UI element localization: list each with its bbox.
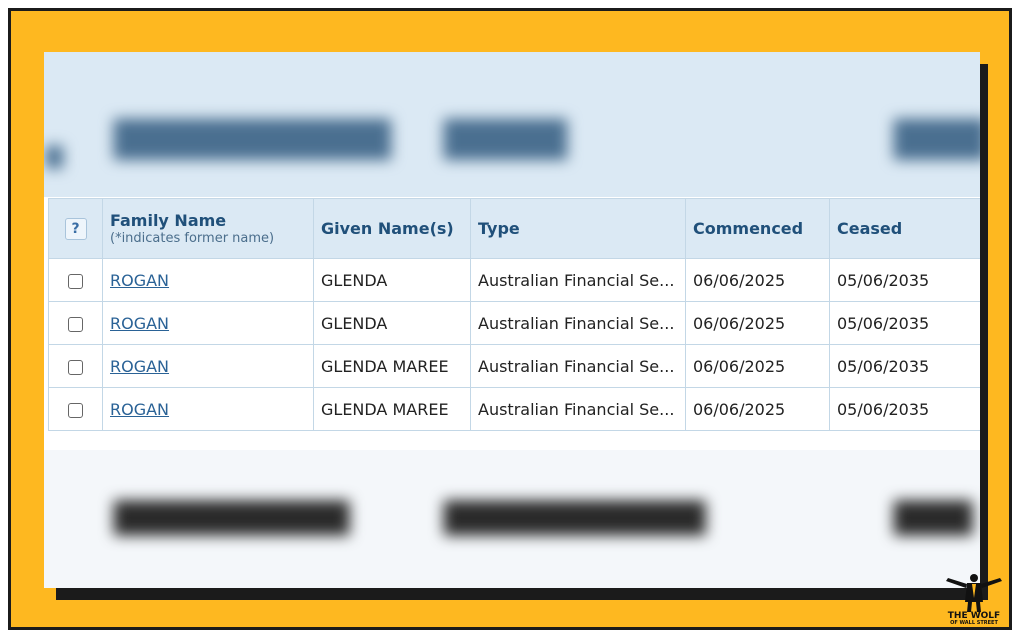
type-cell: Australian Financial Se... [470, 301, 686, 345]
blurred-header-text: ▇▇▇ [894, 114, 980, 160]
screenshot-panel: ▇▇▇▇▇▇▇▇▇ ▇▇▇▇ ▇▇▇ ▇ ▇▇▇▇▇▇▇▇▇ ▇▇▇▇▇▇▇▇▇… [44, 52, 980, 588]
family-name-cell: ROGAN [102, 344, 314, 388]
blurred-footer-text: ▇▇▇▇▇▇▇▇▇ [114, 496, 350, 536]
given-names-header[interactable]: Given Name(s) [313, 198, 471, 259]
ceased-cell: 05/06/2035 [829, 387, 980, 431]
family-name-header-sublabel: (*indicates former name) [110, 231, 275, 246]
table-row: ROGAN GLENDA MAREE Australian Financial … [48, 387, 980, 431]
family-name-link[interactable]: ROGAN [110, 357, 169, 376]
ceased-cell: 05/06/2035 [829, 301, 980, 345]
family-name-cell: ROGAN [102, 258, 314, 302]
given-names-cell: GLENDA MAREE [313, 387, 471, 431]
family-name-link[interactable]: ROGAN [110, 271, 169, 290]
row-checkbox[interactable] [68, 316, 83, 332]
row-checkbox-cell [48, 344, 103, 388]
row-checkbox[interactable] [68, 359, 83, 375]
table-header-row: ? Family Name (*indicates former name) G… [48, 198, 980, 259]
given-names-cell: GLENDA [313, 301, 471, 345]
commenced-cell: 06/06/2025 [685, 258, 830, 302]
logo-line2: OF WALL STREET [950, 620, 998, 626]
blurred-header-text: ▇▇▇▇▇▇▇▇▇ [114, 114, 391, 160]
logo-text: THE WOLF OF WALL STREET [946, 612, 1002, 627]
row-checkbox[interactable] [68, 402, 83, 418]
family-name-cell: ROGAN [102, 301, 314, 345]
commenced-cell: 06/06/2025 [685, 344, 830, 388]
commenced-header[interactable]: Commenced [685, 198, 830, 259]
blurred-header-text: ▇ [46, 144, 63, 169]
commenced-cell: 06/06/2025 [685, 301, 830, 345]
ceased-header[interactable]: Ceased [829, 198, 980, 259]
row-checkbox-cell [48, 258, 103, 302]
help-icon[interactable]: ? [64, 217, 87, 240]
family-name-cell: ROGAN [102, 387, 314, 431]
blurred-footer-text: ▇▇▇ [894, 496, 973, 536]
blurred-footer-text: ▇▇▇▇▇▇▇▇▇▇ [444, 496, 706, 536]
row-checkbox[interactable] [68, 273, 83, 289]
blurred-footer-band: ▇▇▇▇▇▇▇▇▇ ▇▇▇▇▇▇▇▇▇▇ ▇▇▇ [44, 450, 980, 588]
family-name-link[interactable]: ROGAN [110, 314, 169, 333]
family-name-header[interactable]: Family Name (*indicates former name) [102, 198, 314, 259]
ceased-cell: 05/06/2035 [829, 258, 980, 302]
table-row: ROGAN GLENDA Australian Financial Se... … [48, 258, 980, 302]
given-names-cell: GLENDA [313, 258, 471, 302]
row-checkbox-cell [48, 301, 103, 345]
results-table: ? Family Name (*indicates former name) G… [48, 198, 980, 431]
table-row: ROGAN GLENDA Australian Financial Se... … [48, 301, 980, 345]
table-row: ROGAN GLENDA MAREE Australian Financial … [48, 344, 980, 388]
blurred-header-band: ▇▇▇▇▇▇▇▇▇ ▇▇▇▇ ▇▇▇ ▇ [44, 52, 980, 197]
type-cell: Australian Financial Se... [470, 387, 686, 431]
ceased-cell: 05/06/2035 [829, 344, 980, 388]
row-checkbox-cell [48, 387, 103, 431]
help-column-header: ? [48, 198, 103, 259]
type-header[interactable]: Type [470, 198, 686, 259]
family-name-header-label: Family Name [110, 211, 227, 230]
blurred-header-text: ▇▇▇▇ [444, 114, 568, 160]
commenced-cell: 06/06/2025 [685, 387, 830, 431]
family-name-link[interactable]: ROGAN [110, 400, 169, 419]
type-cell: Australian Financial Se... [470, 344, 686, 388]
given-names-cell: GLENDA MAREE [313, 344, 471, 388]
type-cell: Australian Financial Se... [470, 258, 686, 302]
